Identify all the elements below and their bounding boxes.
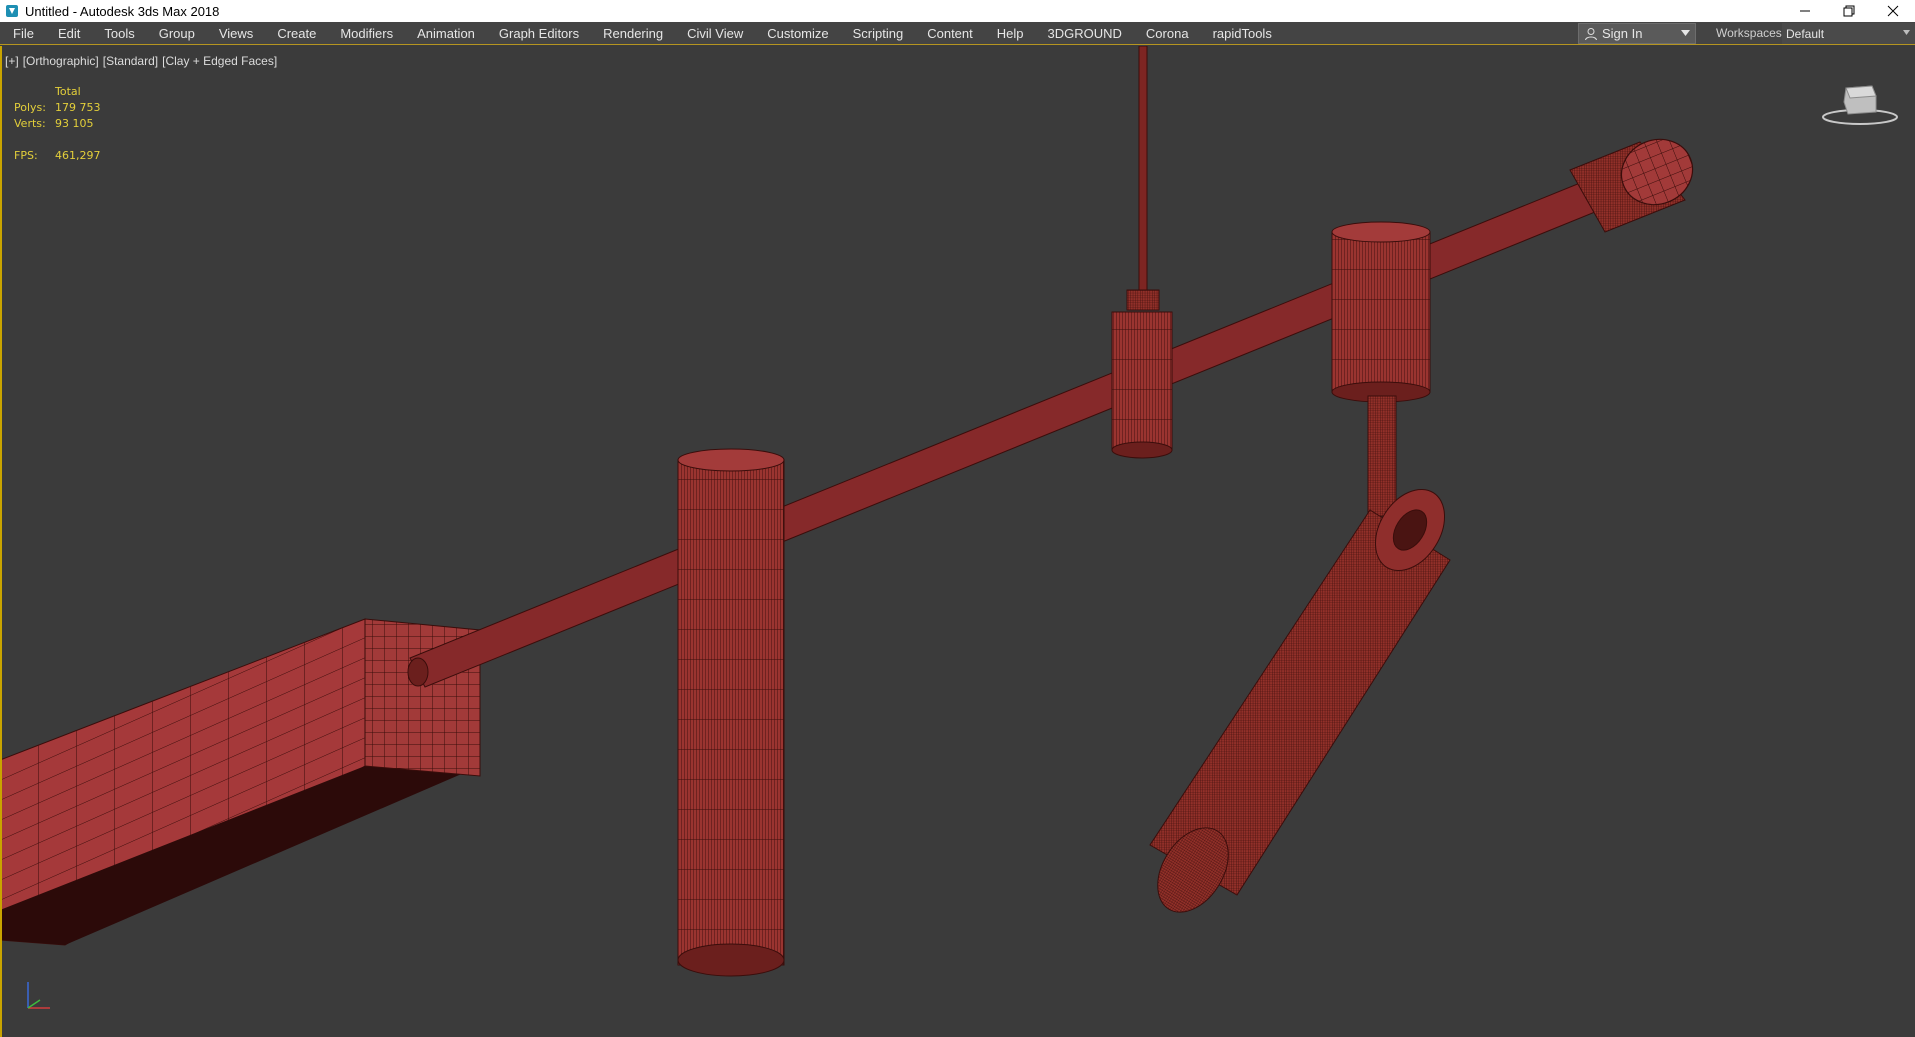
viewport-display-mode[interactable]: [Clay + Edged Faces] (162, 54, 277, 68)
menu-3dground[interactable]: 3DGROUND (1036, 22, 1134, 45)
close-icon (1887, 5, 1899, 17)
title-bar: Untitled - Autodesk 3ds Max 2018 (0, 0, 1915, 22)
menu-animation[interactable]: Animation (405, 22, 487, 45)
scene-objects (0, 46, 1694, 977)
menu-rapidtools[interactable]: rapidTools (1201, 22, 1284, 45)
menu-customize[interactable]: Customize (755, 22, 840, 45)
workspace-select[interactable]: Default (1782, 23, 1915, 44)
viewport-menu-plus[interactable]: [+] (5, 54, 19, 68)
menu-rendering[interactable]: Rendering (591, 22, 675, 45)
viewcube-icon[interactable] (1820, 80, 1900, 130)
caret-down-icon (1681, 30, 1690, 36)
user-icon (1585, 27, 1597, 40)
menu-views[interactable]: Views (207, 22, 265, 45)
end-cap (1569, 138, 1694, 233)
verts-value: 93 105 (55, 117, 94, 130)
polys-label: Polys: (14, 101, 46, 114)
menu-create[interactable]: Create (265, 22, 328, 45)
workspace-value: Default (1786, 26, 1825, 41)
restore-icon (1843, 5, 1855, 17)
fps-label: FPS: (14, 149, 38, 162)
verts-label: Verts: (14, 117, 46, 130)
menu-scripting[interactable]: Scripting (841, 22, 916, 45)
menu-help[interactable]: Help (985, 22, 1036, 45)
viewport-shading-standard[interactable]: [Standard] (103, 54, 158, 68)
menu-graph-editors[interactable]: Graph Editors (487, 22, 591, 45)
axis-gizmo-icon (27, 982, 50, 1009)
sign-in-dropdown[interactable]: Sign In (1578, 23, 1696, 44)
workspaces-label: Workspaces: (1716, 26, 1786, 40)
viewport-point-of-view[interactable]: [Orthographic] (23, 54, 99, 68)
menu-file[interactable]: File (0, 22, 46, 45)
viewport-active-border (0, 46, 2, 1037)
sign-in-label: Sign In (1602, 26, 1643, 41)
menu-corona[interactable]: Corona (1134, 22, 1201, 45)
app-logo-icon (6, 5, 18, 17)
window-title: Untitled - Autodesk 3ds Max 2018 (25, 3, 220, 19)
polys-value: 179 753 (55, 101, 101, 114)
menu-content[interactable]: Content (915, 22, 985, 45)
minimize-icon (1800, 10, 1810, 12)
menu-civil-view[interactable]: Civil View (675, 22, 755, 45)
minimize-button[interactable] (1783, 0, 1827, 22)
menu-group[interactable]: Group (147, 22, 207, 45)
spotlight-cylinder (1149, 488, 1451, 913)
right-cylinder (1331, 221, 1431, 517)
tall-cylinder (677, 448, 785, 977)
menu-tools[interactable]: Tools (92, 22, 146, 45)
menu-edit[interactable]: Edit (46, 22, 92, 45)
menu-modifiers[interactable]: Modifiers (328, 22, 405, 45)
close-button[interactable] (1871, 0, 1915, 22)
fps-value: 461,297 (55, 149, 101, 162)
restore-button[interactable] (1827, 0, 1871, 22)
viewport-labels: [+] [Orthographic] [Standard] [Clay + Edged… (5, 54, 281, 68)
stats-header: Total (55, 85, 81, 98)
small-cylinder (1111, 311, 1173, 459)
hanging-rod (1126, 46, 1160, 311)
caret-down-icon (1903, 30, 1910, 35)
